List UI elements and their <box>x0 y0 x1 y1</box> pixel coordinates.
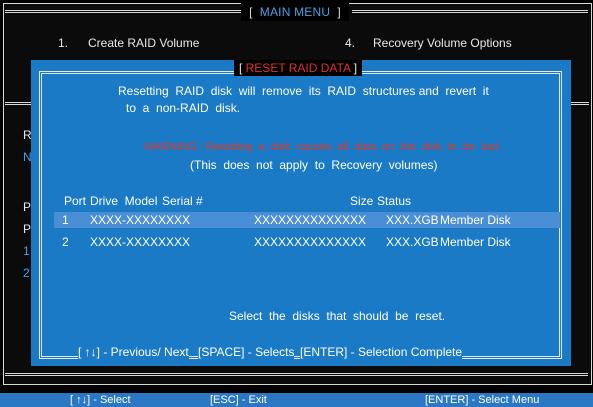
disk-status: Member Disk <box>440 235 511 249</box>
help-space-selects: [SPACE] - Selects <box>198 345 295 359</box>
disk-row-2[interactable]: 2 XXXX-XXXXXXXX XXXXXXXXXXXXXX XXX.XGB M… <box>54 234 560 250</box>
column-header-drive-model: Drive Model <box>90 194 158 208</box>
background-text-p1: P <box>23 200 32 214</box>
background-text-p2: P <box>23 222 32 236</box>
footer-enter-hint: [ENTER] - Select Menu <box>425 394 540 406</box>
disk-row-1[interactable]: 1 XXXX-XXXXXXXX XXXXXXXXXXXXXX XXX.XGB M… <box>54 212 560 228</box>
dialog-title: RESET RAID DATA <box>245 61 351 75</box>
help-previous-next: [ ↑↓] - Previous/ Next <box>78 345 189 359</box>
disk-serial: XXXXXXXXXXXXXX <box>254 235 367 249</box>
frame-separator-right <box>570 102 589 105</box>
header-bracket-left: [ <box>249 5 253 19</box>
frame-top-border-right <box>352 10 588 13</box>
header-bracket-right: ] <box>337 5 341 19</box>
disk-size: XXX.XGB <box>386 235 439 249</box>
help-enter-selection-complete: [ENTER] - Selection Complete <box>300 345 463 359</box>
disk-size: XXX.XGB <box>386 213 439 227</box>
disk-port: 1 <box>62 213 69 227</box>
background-text-2: 2 <box>23 266 30 280</box>
dialog-note: (This does not apply to Recovery volumes… <box>190 158 438 172</box>
dialog-warning: WARNING : Resetting a disk causes all da… <box>144 141 502 153</box>
frame-top-border-left <box>5 10 241 13</box>
column-header-status: Status <box>377 194 412 208</box>
dialog-prompt: Select the disks that should be reset. <box>229 309 446 323</box>
dialog-title-bar: [ RESET RAID DATA ] <box>234 60 362 76</box>
disk-status: Member Disk <box>440 213 511 227</box>
dialog-message-line1: Resetting RAID disk will remove its RAID… <box>118 84 489 98</box>
background-text-1: 1 <box>23 244 30 258</box>
disk-serial: XXXXXXXXXXXXXX <box>254 213 367 227</box>
main-menu-header: [ MAIN MENU ] <box>241 3 349 21</box>
menu-item-recovery-volume-options[interactable]: Recovery Volume Options <box>373 36 512 50</box>
frame-bottom-separator <box>5 373 588 376</box>
disk-model: XXXX-XXXXXXXX <box>90 235 191 249</box>
frame-separator-left <box>5 102 33 105</box>
dialog-title-bracket-left: [ <box>238 61 243 75</box>
footer-help-bar: [ ↑↓] - Select [ESC] - Exit [ENTER] - Se… <box>0 393 593 407</box>
menu-item-4-number: 4. <box>345 36 356 50</box>
column-header-size: Size <box>350 194 374 208</box>
column-header-port: Port <box>64 194 87 208</box>
dialog-message-line2: to a non-RAID disk. <box>126 101 241 115</box>
main-menu-title: MAIN MENU <box>259 5 331 19</box>
column-header-serial: Serial # <box>162 194 203 208</box>
disk-model: XXXX-XXXXXXXX <box>90 213 191 227</box>
dialog-title-bracket-right: ] <box>353 61 358 75</box>
disk-port: 2 <box>62 235 69 249</box>
menu-item-create-raid-volume[interactable]: Create RAID Volume <box>88 36 199 50</box>
menu-item-1-number: 1. <box>58 36 69 50</box>
footer-exit-hint: [ESC] - Exit <box>210 394 267 406</box>
footer-select-hint: [ ↑↓] - Select <box>70 394 131 406</box>
